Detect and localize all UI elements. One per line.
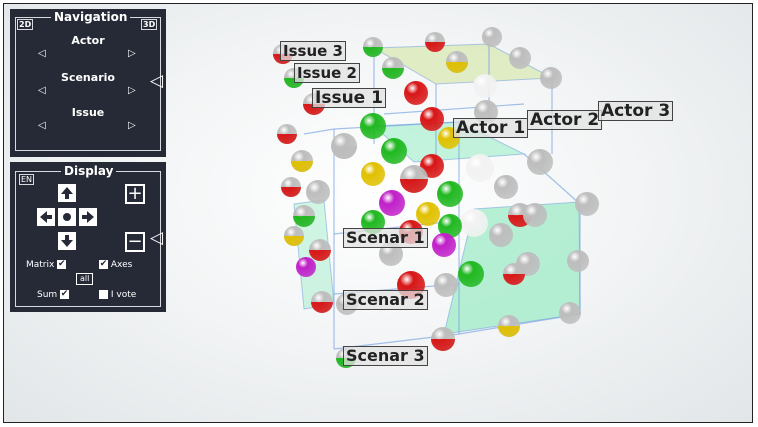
display-panel: Display EN + − ◁ Matrix ✔ ✔ Axes all Sum… <box>10 162 166 312</box>
data-sphere-grey[interactable] <box>567 250 589 272</box>
data-sphere-magenta[interactable] <box>432 233 456 257</box>
data-sphere-green[interactable] <box>293 205 315 227</box>
data-sphere-grey[interactable] <box>509 47 531 69</box>
issue-1-label[interactable]: Issue 1 <box>312 88 386 108</box>
data-sphere-white[interactable] <box>473 74 497 98</box>
data-sphere-green[interactable] <box>360 113 386 139</box>
actor-2-label[interactable]: Actor 2 <box>527 110 603 130</box>
arrow-down-icon <box>61 235 73 247</box>
center-dot-icon <box>63 213 71 221</box>
actor-3-label[interactable]: Actor 3 <box>598 101 674 121</box>
data-sphere-yellow[interactable] <box>361 162 385 186</box>
rotate-down-button[interactable] <box>58 232 76 250</box>
data-sphere-red[interactable] <box>425 32 445 52</box>
sum-checkbox[interactable]: ✔ <box>60 290 70 299</box>
data-sphere-grey[interactable] <box>559 302 581 324</box>
matrix-option[interactable]: Matrix ✔ <box>26 260 67 270</box>
data-sphere-red[interactable] <box>420 107 444 131</box>
zoom-in-button[interactable]: + <box>125 184 145 204</box>
data-sphere-grey[interactable] <box>482 27 502 47</box>
data-sphere-grey[interactable] <box>527 149 553 175</box>
data-sphere-red[interactable] <box>431 327 455 351</box>
data-sphere-magenta[interactable] <box>379 190 405 216</box>
data-sphere-green[interactable] <box>363 37 383 57</box>
data-sphere-grey[interactable] <box>494 175 518 199</box>
data-sphere-red[interactable] <box>503 263 525 285</box>
data-sphere-red[interactable] <box>281 177 301 197</box>
data-sphere-white[interactable] <box>460 209 488 237</box>
actor-1-label[interactable]: Actor 1 <box>453 118 529 138</box>
data-sphere-yellow[interactable] <box>284 226 304 246</box>
data-sphere-magenta[interactable] <box>296 257 316 277</box>
actor-prev-icon[interactable]: ◁ <box>38 48 46 59</box>
issue-3-label[interactable]: Issue 3 <box>280 41 346 61</box>
data-sphere-red[interactable] <box>404 81 428 105</box>
scenario-1-label[interactable]: Scenar 1 <box>343 228 428 248</box>
data-sphere-grey[interactable] <box>540 67 562 89</box>
axes-option[interactable]: ✔ Axes <box>99 260 132 270</box>
sum-label: Sum <box>37 290 58 300</box>
issue-prev-icon[interactable]: ◁ <box>38 120 46 131</box>
sum-option[interactable]: Sum ✔ <box>37 290 70 300</box>
issue-row-label: Issue <box>71 106 105 119</box>
data-sphere-grey[interactable] <box>489 223 513 247</box>
cube-edge <box>303 128 335 135</box>
ivote-checkbox[interactable] <box>99 290 108 299</box>
viewport[interactable]: Issue 3 Issue 2 Issue 1 Actor 1 Actor 2 … <box>3 3 753 423</box>
data-sphere-red[interactable] <box>311 291 333 313</box>
data-sphere-red[interactable] <box>277 124 297 144</box>
data-sphere-yellow[interactable] <box>498 315 520 337</box>
issue-2-label[interactable]: Issue 2 <box>294 63 360 83</box>
actor-next-icon[interactable]: ▷ <box>128 48 136 59</box>
issue-next-icon[interactable]: ▷ <box>128 120 136 131</box>
data-sphere-white[interactable] <box>466 154 494 182</box>
mode-3d-button[interactable]: 3D <box>141 19 158 30</box>
data-sphere-green[interactable] <box>382 57 404 79</box>
mode-2d-button[interactable]: 2D <box>17 19 34 30</box>
rotate-up-button[interactable] <box>58 184 76 202</box>
cube-edge <box>383 103 525 115</box>
data-sphere-green[interactable] <box>458 261 484 287</box>
scenario-2-label[interactable]: Scenar 2 <box>343 290 428 310</box>
rotate-right-button[interactable] <box>79 208 97 226</box>
data-sphere-red[interactable] <box>400 165 428 193</box>
ivote-label: I vote <box>110 290 137 300</box>
data-sphere-yellow[interactable] <box>416 202 440 226</box>
data-sphere-grey[interactable] <box>306 180 330 204</box>
matrix-checkbox[interactable]: ✔ <box>57 260 67 269</box>
collapse-display-icon[interactable]: ◁ <box>150 228 163 248</box>
data-sphere-yellow[interactable] <box>446 51 468 73</box>
data-sphere-green[interactable] <box>437 181 463 207</box>
arrow-left-icon <box>40 211 52 223</box>
language-button[interactable]: EN <box>19 174 35 185</box>
data-sphere-green[interactable] <box>381 138 407 164</box>
navigation-panel: Navigation 2D 3D Actor ◁ ▷ Scenario ◁ ▷ … <box>10 9 166 157</box>
axes-label: Axes <box>110 260 133 270</box>
matrix-label: Matrix <box>26 260 55 270</box>
scenario-next-icon[interactable]: ▷ <box>128 85 136 96</box>
data-sphere-grey[interactable] <box>434 273 458 297</box>
collapse-navigation-icon[interactable]: ◁ <box>150 71 163 91</box>
scenario-3-label[interactable]: Scenar 3 <box>343 346 428 366</box>
all-button[interactable]: all <box>76 273 94 285</box>
rotate-left-button[interactable] <box>37 208 55 226</box>
data-sphere-grey[interactable] <box>575 192 599 216</box>
data-sphere-red[interactable] <box>309 239 331 261</box>
zoom-out-button[interactable]: − <box>125 232 145 252</box>
data-sphere-yellow[interactable] <box>291 150 313 172</box>
data-sphere-grey[interactable] <box>331 133 357 159</box>
arrow-right-icon <box>82 211 94 223</box>
scenario-prev-icon[interactable]: ◁ <box>38 85 46 96</box>
actor-row-label: Actor <box>71 34 105 47</box>
reset-view-button[interactable] <box>58 208 76 226</box>
data-sphere-grey[interactable] <box>523 203 547 227</box>
ivote-option[interactable]: I vote <box>99 290 136 300</box>
scenario-row-label: Scenario <box>61 71 115 84</box>
axes-checkbox[interactable]: ✔ <box>99 260 108 269</box>
navigation-title: Navigation <box>51 10 131 24</box>
display-title: Display <box>61 164 117 178</box>
arrow-up-icon <box>61 187 73 199</box>
